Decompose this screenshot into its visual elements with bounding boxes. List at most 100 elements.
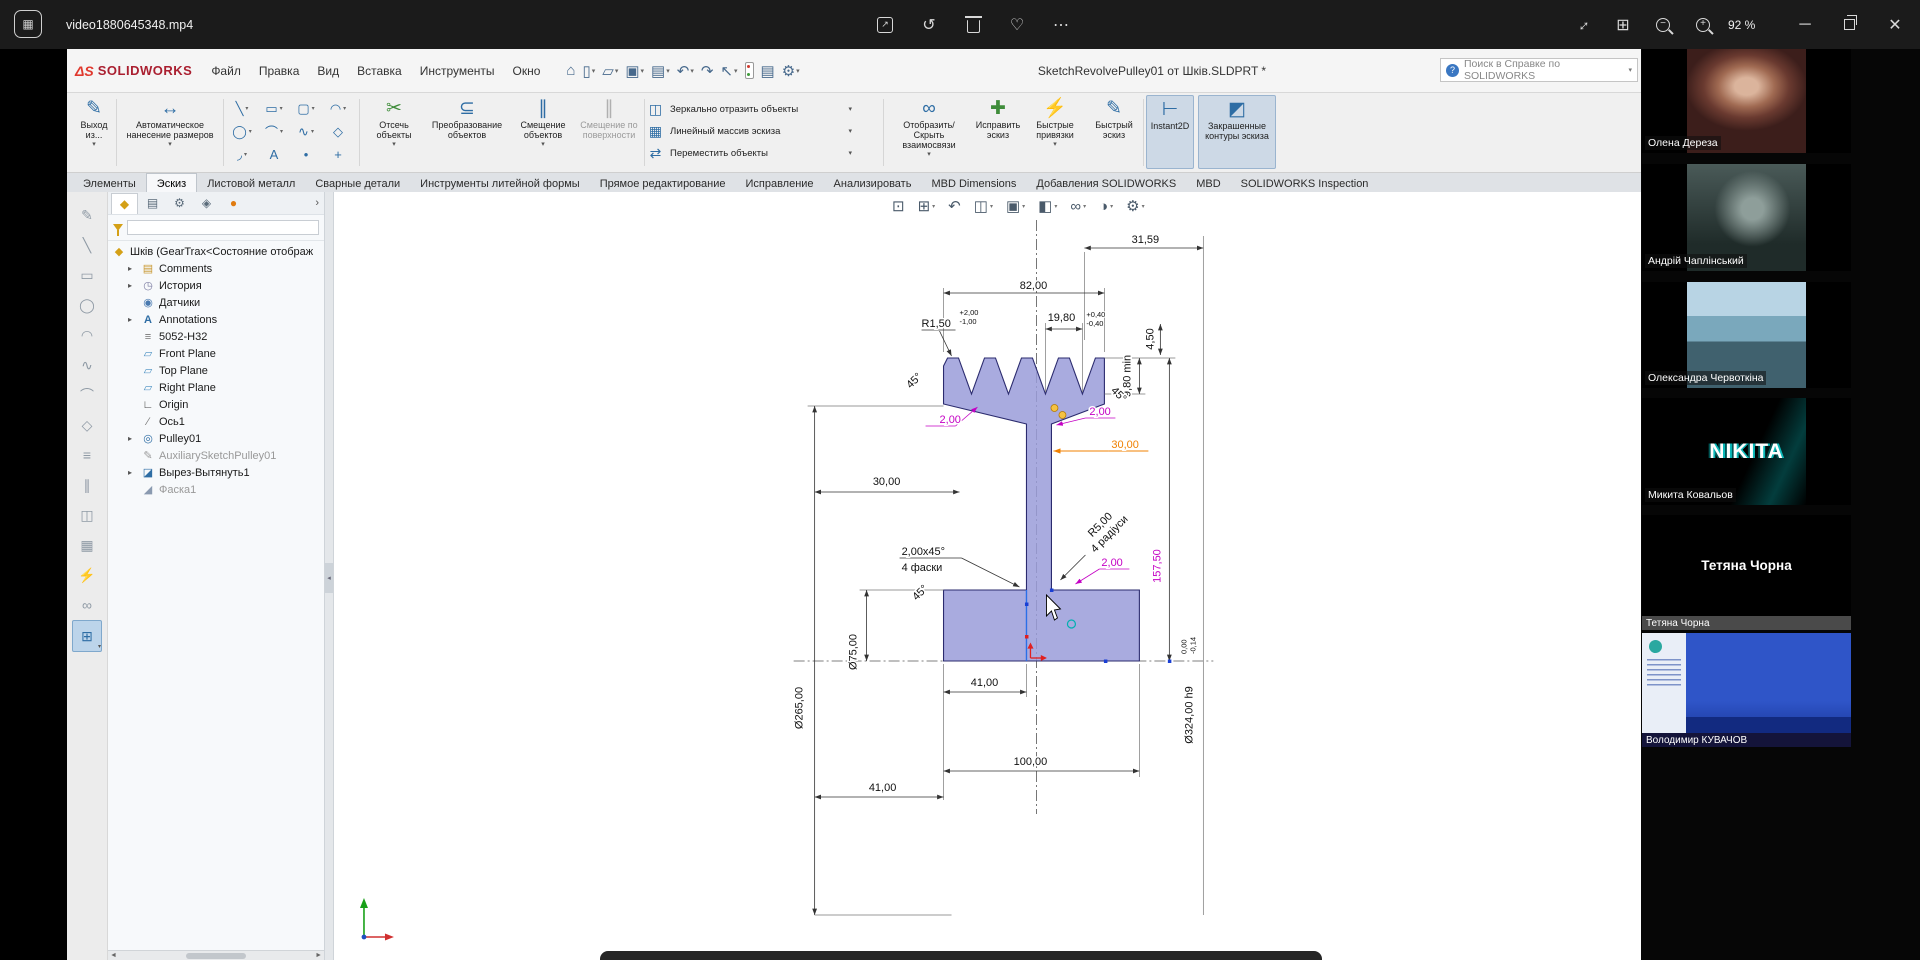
instant2d-button[interactable]: ⊢ Instant2D [1146,95,1194,169]
pulley-profile[interactable] [944,358,1140,661]
dim-19-80[interactable]: 19,80 [1048,312,1075,324]
dim-100-00[interactable]: 100,00 [1014,756,1048,768]
save-button[interactable]: ▣▾ [622,58,647,84]
shaded-contours-button[interactable]: ◩ Закрашенные контуры эскиза [1198,95,1276,169]
delete-button[interactable] [956,0,990,49]
close-button[interactable]: ✕ [1878,0,1912,49]
trim-entities-button[interactable]: ✂ Отсечь объекты▾ [365,95,423,169]
circle-tool[interactable]: ◯▾ [226,120,258,143]
display-style-button[interactable]: ◧▾ [1038,197,1057,215]
tree-item-history[interactable]: ▸◷История [108,277,324,294]
polygon-tool[interactable]: ◇ [322,120,354,143]
dim-31-59[interactable]: 31,59 [1132,234,1159,246]
dim-2-00[interactable]: 2,00 [940,414,961,426]
quick-snaps-button[interactable]: ⚡ Быстрые привязки▾ [1026,95,1084,169]
tree-item-origin[interactable]: ∟Origin [108,396,324,413]
menu-file[interactable]: Файл [202,49,250,92]
configurationmanager-tab[interactable]: ⚙ [167,193,192,213]
dim-30-00[interactable]: 30,00 [873,476,900,488]
undo-button[interactable]: ↶▾ [674,58,697,84]
point-tool[interactable]: • [290,143,322,166]
favorite-button[interactable]: ♡ [1000,0,1034,49]
open-in-button[interactable]: ↗ [868,0,902,49]
tree-item-front-plane[interactable]: ▱Front Plane [108,345,324,362]
spline-tool[interactable]: ∿▾ [290,120,322,143]
options-button[interactable]: ⚙▾ [779,58,803,84]
quick-sketch-button[interactable]: ✎ Быстрый эскиз [1087,95,1141,169]
strip-offset-icon[interactable]: ∥ [73,470,101,500]
text-tool[interactable]: A [258,143,290,166]
displaymanager-tab[interactable]: ● [221,193,246,213]
dim-2-00[interactable]: 2,00 [1101,557,1122,569]
more-button[interactable]: ⋯ [1044,0,1078,49]
dim-157-50[interactable]: 157,50 [1151,549,1163,583]
arc-tool[interactable]: ◠▾ [322,97,354,120]
tab-sheet-metal[interactable]: Листовой металл [197,173,305,194]
sketch-canvas[interactable]: 82,00 31,59 19,80 +0,40 -0,40 R1,50 +2,0… [334,192,1641,960]
repair-sketch-button[interactable]: ✚ Исправить эскиз [973,95,1023,169]
filter-funnel-icon[interactable] [113,224,123,231]
strip-snaps-icon[interactable]: ⚡ [73,560,101,590]
strip-circle-icon[interactable]: ◯ [73,290,101,320]
graphics-area[interactable]: ⊡ ⊞▾ ↶ ◫▾ ▣▾ ◧▾ ∞▾ ◑▾ ⚙▾ [334,192,1641,960]
line-tool[interactable]: ╲▾ [226,97,258,120]
slot-tool[interactable]: ▢▾ [290,97,322,120]
tab-mold-tools[interactable]: Инструменты литейной формы [410,173,590,194]
tab-repair[interactable]: Исправление [735,173,823,194]
section-view-button[interactable]: ◫▾ [974,197,993,215]
participant-tile[interactable]: Андрій Чаплінський [1642,164,1851,271]
view-orientation-button[interactable]: ▣▾ [1006,197,1025,215]
panel-chevron-icon[interactable]: › [315,197,324,209]
tab-direct-editing[interactable]: Прямое редактирование [590,173,736,194]
participant-tile[interactable]: Олена Дереза [1642,49,1851,153]
tree-item-axis[interactable]: ∕Ось1 [108,413,324,430]
search-caret-icon[interactable]: ▾ [1628,66,1632,74]
linear-pattern-button[interactable]: ▦ Линейный массив эскиза▾ [647,120,852,142]
tab-weldments[interactable]: Сварные детали [305,173,410,194]
strip-spline-icon[interactable]: ∿ [73,350,101,380]
dim-30-00-orange[interactable]: 30,00 [1111,439,1138,451]
restore-button[interactable] [1832,0,1866,49]
fit-window-button[interactable]: ⊞ [1606,0,1640,49]
participant-tile[interactable]: Тетяна Чорна Тетяна Чорна [1642,515,1851,630]
strip-material-icon[interactable]: ≡ [73,440,101,470]
dim-41-00[interactable]: 41,00 [971,677,998,689]
tab-sketch[interactable]: Эскиз [146,173,197,194]
tab-mbd-dimensions[interactable]: MBD Dimensions [921,173,1026,194]
construction-tool[interactable]: + [322,143,354,166]
select-button[interactable]: ↖▾ [717,58,740,84]
strip-line-icon[interactable]: ╲ [73,230,101,260]
rebuild-button[interactable] [742,58,757,84]
dim-tolerance[interactable]: -0,14 [1188,637,1197,654]
zoom-out-button[interactable]: − [1646,0,1680,49]
dim-2-00[interactable]: 2,00 [1089,406,1110,418]
tree-item-cut-extrude[interactable]: ▸◪Вырез-Вытянуть1 [108,464,324,481]
dim-tolerance[interactable]: -0,40 [1086,319,1103,328]
participant-tile[interactable]: Володимир КУВАЧОВ [1642,633,1851,747]
tree-item-pulley01[interactable]: ▸◎Pulley01 [108,430,324,447]
dim-tolerance[interactable]: +2,00 [960,308,979,317]
menu-tools[interactable]: Инструменты [411,49,504,92]
strip-sketch-icon[interactable]: ✎ [73,200,101,230]
tree-item-sensors[interactable]: ◉Датчики [108,294,324,311]
file-properties-button[interactable]: ▤ [758,58,778,84]
tree-item-auxiliary-sketch[interactable]: ✎AuxiliarySketchPulley01 [108,447,324,464]
dim-tolerance[interactable]: -1,00 [960,317,977,326]
fullscreen-button[interactable]: ↔ [1566,0,1600,49]
zoom-area-button[interactable]: ⊞▾ [918,197,936,215]
home-button[interactable]: ⌂ [563,58,578,84]
fillet-tool[interactable]: ◞▾ [226,143,258,166]
strip-centerarc-icon[interactable]: ⌒ [73,380,101,410]
rectangle-tool[interactable]: ▭▾ [258,97,290,120]
menu-view[interactable]: Вид [308,49,348,92]
tree-item-root[interactable]: ◆Шків (GearTrax<Состояние отображ [108,243,324,260]
tab-mbd[interactable]: MBD [1186,173,1230,194]
tree-horizontal-scrollbar[interactable]: ◄► [108,950,324,960]
centerpoint-arc-tool[interactable]: ⌒▾ [258,120,290,143]
smart-dimension-button[interactable]: ↔ Автоматическое нанесение размеров▾ [119,95,221,169]
dim-tolerance[interactable]: +0,40 [1086,310,1105,319]
dim-chamfer-note[interactable]: 4 фаски [902,562,943,574]
menu-window[interactable]: Окно [504,49,550,92]
offset-entities-button[interactable]: ∥ Смещение объектов▾ [512,95,574,169]
player-controls-hint[interactable] [600,951,1322,960]
